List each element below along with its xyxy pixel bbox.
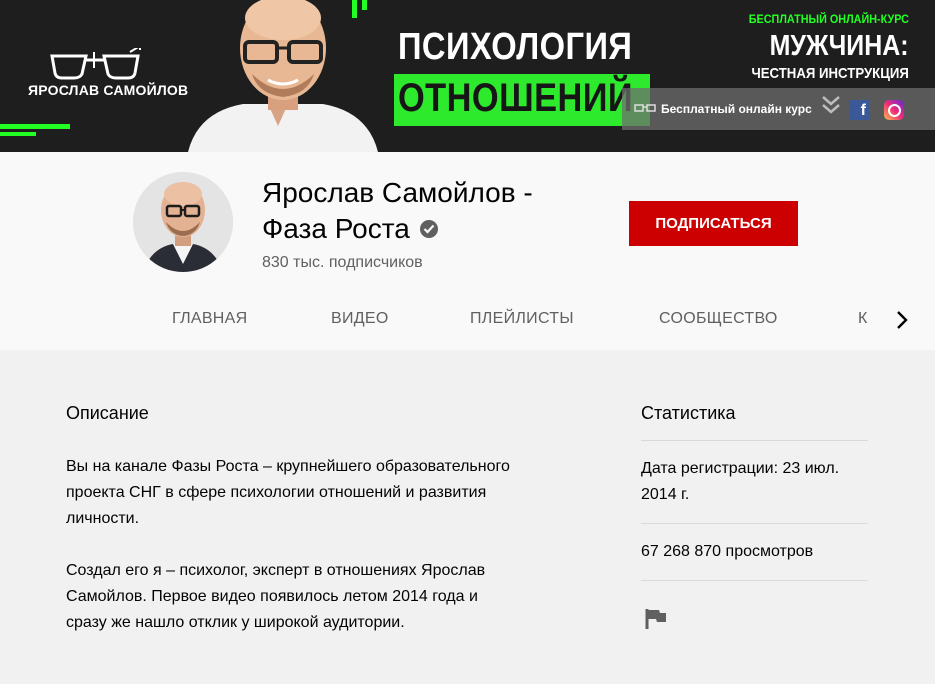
- banner-logo-name: ЯРОСЛАВ САМОЙЛОВ: [28, 82, 189, 98]
- subscribe-button[interactable]: ПОДПИСАТЬСЯ: [629, 201, 798, 246]
- channel-name: Ярослав Самойлов - Фаза Роста: [262, 177, 533, 244]
- avatar[interactable]: [133, 172, 233, 272]
- banner-title-line2: ОТНОШЕНИЙ: [398, 76, 634, 120]
- glasses-logo-icon: [50, 48, 141, 80]
- about-section: Описание Вы на канале Фазы Роста – крупн…: [0, 350, 935, 684]
- description-heading: Описание: [66, 403, 149, 423]
- tab-channels-partial[interactable]: К: [858, 310, 868, 328]
- banner-course-link[interactable]: Бесплатный онлайн курс: [661, 102, 812, 116]
- banner-promo-subtitle: ЧЕСТНАЯ ИНСТРУКЦИЯ: [751, 65, 909, 82]
- channel-tabs: ГЛАВНАЯ ВИДЕО ПЛЕЙЛИСТЫ СООБЩЕСТВО К: [0, 294, 935, 346]
- description-paragraph: Вы на канале Фазы Роста – крупнейшего об…: [66, 458, 510, 527]
- glasses-mini-icon: [634, 104, 656, 112]
- subscriber-count: 830 тыс. подписчиков: [262, 254, 423, 271]
- channel-header: Ярослав Самойлов - Фаза Роста 830 тыс. п…: [0, 152, 935, 350]
- instagram-icon[interactable]: [884, 100, 904, 120]
- banner-stripe: [0, 124, 70, 129]
- description-paragraph: Создал его я – психолог, эксперт в отнош…: [66, 562, 486, 631]
- avatar-photo: [133, 172, 233, 272]
- verified-icon: [419, 219, 438, 238]
- tab-home[interactable]: ГЛАВНАЯ: [172, 310, 248, 328]
- banner-person-photo: [188, 0, 378, 152]
- tab-playlists[interactable]: ПЛЕЙЛИСТЫ: [470, 310, 574, 328]
- tab-overflow-clip: К: [850, 294, 878, 346]
- banner-links-overlay: Бесплатный онлайн курс f: [622, 88, 935, 130]
- stats-divider: [641, 580, 868, 581]
- banner-title-line1: ПСИХОЛОГИЯ: [398, 26, 633, 68]
- channel-banner: ЯРОСЛАВ САМОЙЛОВ ПСИХОЛОГИЯ ОТНОШЕНИЙ БЕ…: [0, 0, 935, 152]
- view-count: 67 268 870 просмотров: [641, 543, 814, 560]
- chevron-right-icon[interactable]: [888, 306, 916, 334]
- flag-icon[interactable]: [645, 607, 667, 631]
- banner-promo-title: МУЖЧИНА:: [770, 30, 909, 62]
- banner-promo-tag: БЕСПЛАТНЫЙ ОНЛАЙН-КУРС: [748, 12, 909, 26]
- facebook-icon[interactable]: f: [849, 100, 869, 120]
- registration-date: Дата регистрации: 23 июл. 2014 г.: [641, 460, 840, 503]
- chevron-double-down-icon[interactable]: [820, 94, 842, 116]
- banner-stripe: [0, 132, 36, 136]
- channel-title: Ярослав Самойлов - Фаза Роста: [262, 175, 592, 247]
- stats-divider: [641, 440, 868, 441]
- tab-videos[interactable]: ВИДЕО: [331, 310, 389, 328]
- tab-community[interactable]: СООБЩЕСТВО: [659, 310, 778, 328]
- stats-heading: Статистика: [641, 403, 736, 423]
- stats-divider: [641, 523, 868, 524]
